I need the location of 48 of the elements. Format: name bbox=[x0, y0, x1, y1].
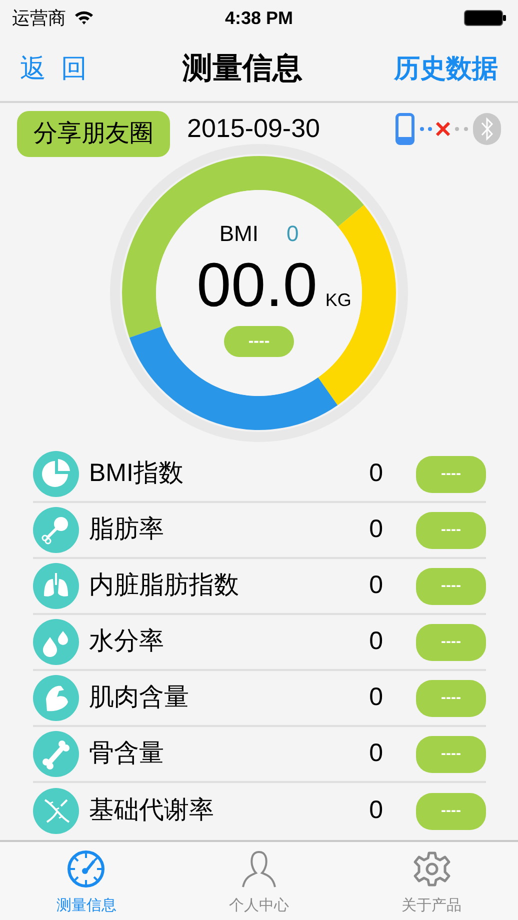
status-badge: ---- bbox=[416, 624, 486, 660]
status-badge: ---- bbox=[416, 680, 486, 716]
status-badge: ---- bbox=[416, 568, 486, 604]
metric-value: 0 bbox=[369, 795, 383, 826]
history-button[interactable]: 历史数据 bbox=[394, 49, 498, 88]
weight-value: 00.0 bbox=[196, 250, 318, 322]
metric-value: 0 bbox=[369, 738, 383, 770]
person-icon bbox=[239, 849, 279, 889]
metric-value: 0 bbox=[369, 682, 383, 714]
status-badge: ---- bbox=[416, 456, 486, 492]
bmi-value: 0 bbox=[286, 220, 299, 248]
battery-icon bbox=[464, 10, 506, 26]
phone-icon bbox=[395, 113, 415, 145]
tab-bar-item[interactable]: 个人中心 bbox=[172, 842, 346, 920]
date-text: 2015-09-30 bbox=[187, 113, 320, 143]
weight-unit: KG bbox=[325, 289, 352, 312]
speedometer-icon bbox=[66, 849, 106, 889]
metric-name: 水分率 bbox=[89, 626, 164, 658]
water-drops-icon bbox=[33, 619, 79, 665]
status-badge: ---- bbox=[416, 792, 486, 830]
tab-bar-item[interactable]: 关于产品 bbox=[345, 842, 518, 920]
metric-name: BMI指数 bbox=[89, 458, 184, 490]
status-badge: ---- bbox=[416, 512, 486, 548]
settings-icon bbox=[412, 849, 452, 889]
metric-name: 内脏脂肪指数 bbox=[89, 570, 239, 602]
status-badge: ---- bbox=[224, 326, 294, 357]
status-badge: ---- bbox=[416, 736, 486, 772]
bluetooth-icon bbox=[473, 113, 501, 145]
metric-value: 0 bbox=[369, 570, 383, 602]
metric-name: 肌肉含量 bbox=[89, 682, 189, 714]
status-time: 4:38 PM bbox=[224, 6, 294, 30]
pie-chart-icon bbox=[33, 451, 79, 497]
metric-name: 骨含量 bbox=[89, 738, 164, 770]
back-button[interactable]: 返 回 bbox=[20, 49, 92, 88]
metric-value: 0 bbox=[369, 514, 383, 546]
bone-icon bbox=[33, 731, 79, 777]
metric-value: 0 bbox=[369, 458, 383, 490]
tab-bar-item[interactable]: 测量信息 bbox=[0, 842, 173, 920]
lungs-icon bbox=[33, 563, 79, 609]
carrier-name: 运营商 bbox=[12, 6, 66, 30]
share-button[interactable]: 分享朋友圈 bbox=[17, 111, 170, 157]
metric-value: 0 bbox=[369, 626, 383, 658]
metric-name: 脂肪率 bbox=[89, 514, 164, 546]
bmi-label: BMI bbox=[219, 220, 258, 248]
drumstick-icon bbox=[33, 507, 79, 553]
wifi-icon bbox=[74, 10, 94, 26]
metric-name: 基础代谢率 bbox=[89, 795, 214, 826]
page-title: 测量信息 bbox=[182, 51, 303, 87]
